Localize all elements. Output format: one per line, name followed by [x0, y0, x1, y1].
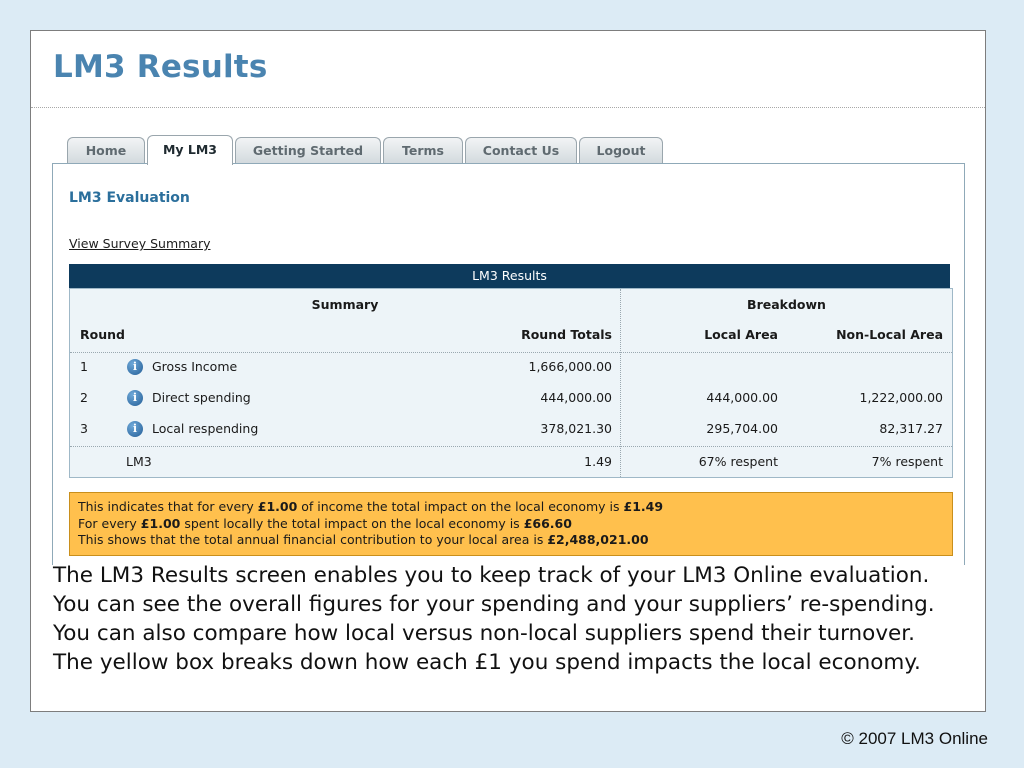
impact-line-3: This shows that the total annual financi…: [78, 532, 944, 549]
tab-contact-us[interactable]: Contact Us: [465, 137, 577, 163]
lm3-row-label: LM3: [126, 454, 152, 469]
lm3-row-local: 67% respent: [698, 454, 778, 469]
copyright-footer: © 2007 LM3 Online: [841, 729, 988, 748]
impact-line-2-text-b: spent locally the total impact on the lo…: [180, 515, 524, 531]
slide-caption: The LM3 Results screen enables you to ke…: [53, 563, 935, 675]
impact-line-2-value-b: £66.60: [523, 515, 572, 531]
impact-line-1-value-a: £1.00: [257, 499, 298, 514]
title-divider: [31, 107, 985, 108]
row-2-round: 2: [80, 390, 88, 405]
row-2-total: 444,000.00: [540, 390, 612, 405]
column-header-round-totals: Round Totals: [521, 327, 612, 342]
impact-line-2-text-a: For every: [78, 515, 141, 531]
tab-my-lm3[interactable]: My LM3: [147, 135, 233, 165]
row-2-name: Direct spending: [152, 390, 251, 405]
impact-line-1-text-a: This indicates that for every: [78, 499, 258, 514]
impact-summary-box: This indicates that for every £1.00 of i…: [69, 492, 953, 556]
column-divider: [620, 289, 621, 477]
info-icon[interactable]: i: [127, 359, 143, 375]
tab-home[interactable]: Home: [67, 137, 145, 163]
row-2-non-local: 1,222,000.00: [859, 390, 944, 405]
row-3-name: Local respending: [152, 421, 259, 436]
column-header-non-local-area: Non-Local Area: [836, 327, 943, 342]
view-survey-summary-link[interactable]: View Survey Summary: [69, 236, 211, 251]
lm3-row-non-local: 7% respent: [871, 454, 943, 469]
row-3-total: 378,021.30: [540, 421, 612, 436]
row-3-round: 3: [80, 421, 88, 436]
slide-title: LM3 Results: [53, 49, 268, 85]
impact-line-1-text-b: of income the total impact on the local …: [297, 499, 624, 514]
lm3-screenshot: Home My LM3 Getting Started Terms Contac…: [52, 135, 967, 565]
impact-line-2: For every £1.00 spent locally the total …: [78, 516, 944, 533]
content-panel: LM3 Evaluation View Survey Summary LM3 R…: [52, 163, 965, 565]
slide: LM3 Results Home My LM3 Getting Started …: [30, 30, 986, 712]
impact-line-3-value-a: £2,488,021.00: [547, 532, 649, 547]
tab-getting-started[interactable]: Getting Started: [235, 137, 381, 163]
impact-line-1-value-b: £1.49: [623, 499, 664, 514]
column-header-round: Round: [80, 327, 125, 342]
row-3-local: 295,704.00: [706, 421, 778, 436]
info-icon[interactable]: i: [127, 390, 143, 406]
evaluation-heading: LM3 Evaluation: [69, 190, 190, 206]
nav-tabs: Home My LM3 Getting Started Terms Contac…: [67, 135, 967, 165]
breakdown-group-header: Breakdown: [747, 297, 826, 312]
row-1-total: 1,666,000.00: [528, 359, 613, 374]
row-1-name: Gross Income: [152, 359, 238, 374]
info-icon[interactable]: i: [127, 421, 143, 437]
tab-logout[interactable]: Logout: [579, 137, 663, 163]
impact-line-1: This indicates that for every £1.00 of i…: [78, 499, 944, 516]
results-table: Summary Breakdown Round Round Totals Loc…: [69, 288, 953, 478]
row-3-non-local: 82,317.27: [879, 421, 943, 436]
row-1-round: 1: [80, 359, 88, 374]
row-2-local: 444,000.00: [706, 390, 778, 405]
summary-group-header: Summary: [311, 297, 379, 312]
lm3-row-separator: [70, 446, 952, 447]
column-header-local-area: Local Area: [704, 327, 778, 342]
impact-line-3-text-a: This shows that the total annual financi…: [78, 532, 548, 547]
impact-line-2-value-a: £1.00: [140, 515, 181, 531]
header-separator: [70, 352, 952, 353]
lm3-row-total: 1.49: [584, 454, 612, 469]
results-table-header: LM3 Results: [69, 264, 950, 288]
tab-terms[interactable]: Terms: [383, 137, 463, 163]
